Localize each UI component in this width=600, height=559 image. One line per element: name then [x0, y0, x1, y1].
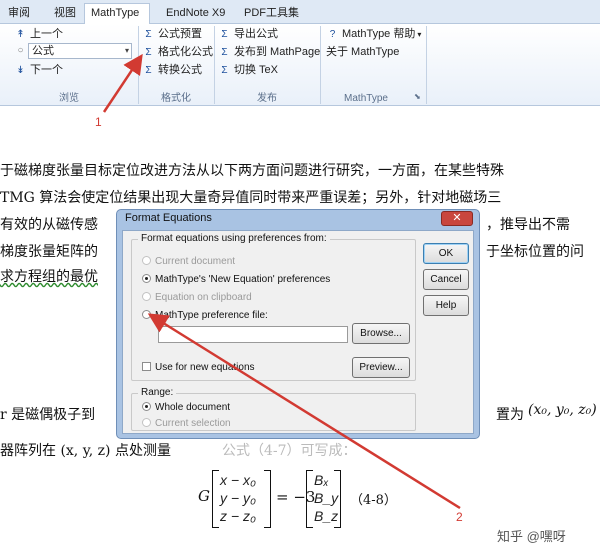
arrow-2	[147, 313, 461, 510]
annotation-number: 1	[95, 115, 102, 129]
annotation-arrows	[102, 53, 461, 510]
watermark: 知乎 @嘿呀	[497, 529, 566, 544]
arrow-1	[102, 53, 143, 113]
annotation-number: 2	[456, 510, 463, 524]
